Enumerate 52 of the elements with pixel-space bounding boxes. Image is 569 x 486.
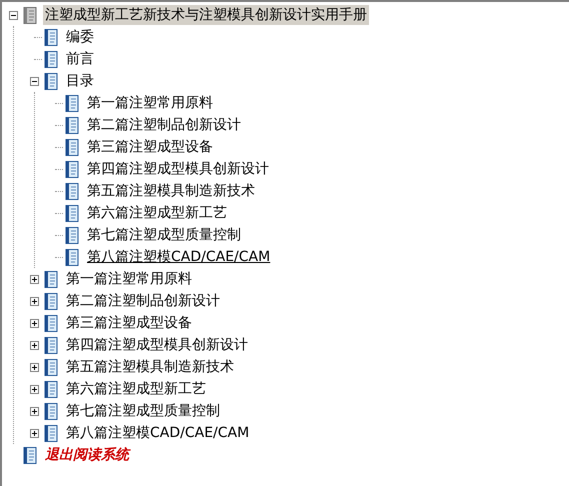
- document-icon: [44, 270, 58, 288]
- exit-link[interactable]: 退出阅读系统: [43, 445, 131, 465]
- tree-item[interactable]: 第七篇注塑成型质量控制: [85, 225, 243, 245]
- tree-item[interactable]: 第五篇注塑模具制造新技术: [85, 181, 257, 201]
- expand-icon[interactable]: [30, 428, 38, 438]
- document-icon: [44, 402, 58, 420]
- collapse-icon[interactable]: [8, 10, 18, 20]
- document-icon: [65, 226, 79, 244]
- document-icon: [44, 72, 58, 90]
- tree-item[interactable]: 第二篇注塑制品创新设计: [64, 291, 222, 311]
- tree-item[interactable]: 第三篇注塑成型设备: [64, 313, 194, 333]
- tree-item[interactable]: 第一篇注塑常用原料: [64, 269, 194, 289]
- expand-icon[interactable]: [30, 318, 38, 328]
- tree-item[interactable]: 第四篇注塑成型模具创新设计: [64, 335, 250, 355]
- document-icon: [44, 314, 58, 332]
- document-icon: [44, 336, 58, 354]
- document-icon: [44, 50, 58, 68]
- document-icon: [65, 116, 79, 134]
- document-icon: [65, 138, 79, 156]
- document-icon: [65, 94, 79, 112]
- tree-item[interactable]: 第五篇注塑模具制造新技术: [64, 357, 236, 377]
- tree-item[interactable]: 前言: [64, 49, 96, 69]
- document-icon: [44, 358, 58, 376]
- tree-item[interactable]: 第八篇注塑模CAD/CAE/CAM: [64, 423, 252, 443]
- expand-icon[interactable]: [30, 296, 38, 306]
- expand-icon[interactable]: [30, 362, 38, 372]
- expand-icon[interactable]: [30, 340, 38, 350]
- document-icon: [65, 204, 79, 222]
- document-icon: [44, 424, 58, 442]
- tree-item[interactable]: 第六篇注塑成型新工艺: [64, 379, 208, 399]
- expand-icon[interactable]: [30, 274, 38, 284]
- tree-item[interactable]: 目录: [64, 71, 96, 91]
- document-icon: [44, 292, 58, 310]
- tree-item[interactable]: 编委: [64, 27, 96, 47]
- collapse-icon[interactable]: [30, 76, 38, 86]
- document-icon: [65, 182, 79, 200]
- tree-item[interactable]: 第六篇注塑成型新工艺: [85, 203, 229, 223]
- tree-item[interactable]: 第四篇注塑成型模具创新设计: [85, 159, 271, 179]
- tree-item[interactable]: 第三篇注塑成型设备: [85, 137, 215, 157]
- document-icon: [65, 248, 79, 266]
- tree-item[interactable]: 第二篇注塑制品创新设计: [85, 115, 243, 135]
- book-icon: [23, 6, 37, 24]
- expand-icon[interactable]: [30, 384, 38, 394]
- tree-item[interactable]: 第七篇注塑成型质量控制: [64, 401, 222, 421]
- document-icon: [44, 380, 58, 398]
- tree-item[interactable]: 第八篇注塑模CAD/CAE/CAM: [85, 247, 272, 267]
- tree-item[interactable]: 注塑成型新工艺新技术与注塑模具创新设计实用手册: [43, 5, 369, 25]
- expand-icon[interactable]: [30, 406, 38, 416]
- document-icon: [44, 28, 58, 46]
- document-icon: [65, 160, 79, 178]
- document-icon: [23, 446, 37, 464]
- tree-item[interactable]: 第一篇注塑常用原料: [85, 93, 215, 113]
